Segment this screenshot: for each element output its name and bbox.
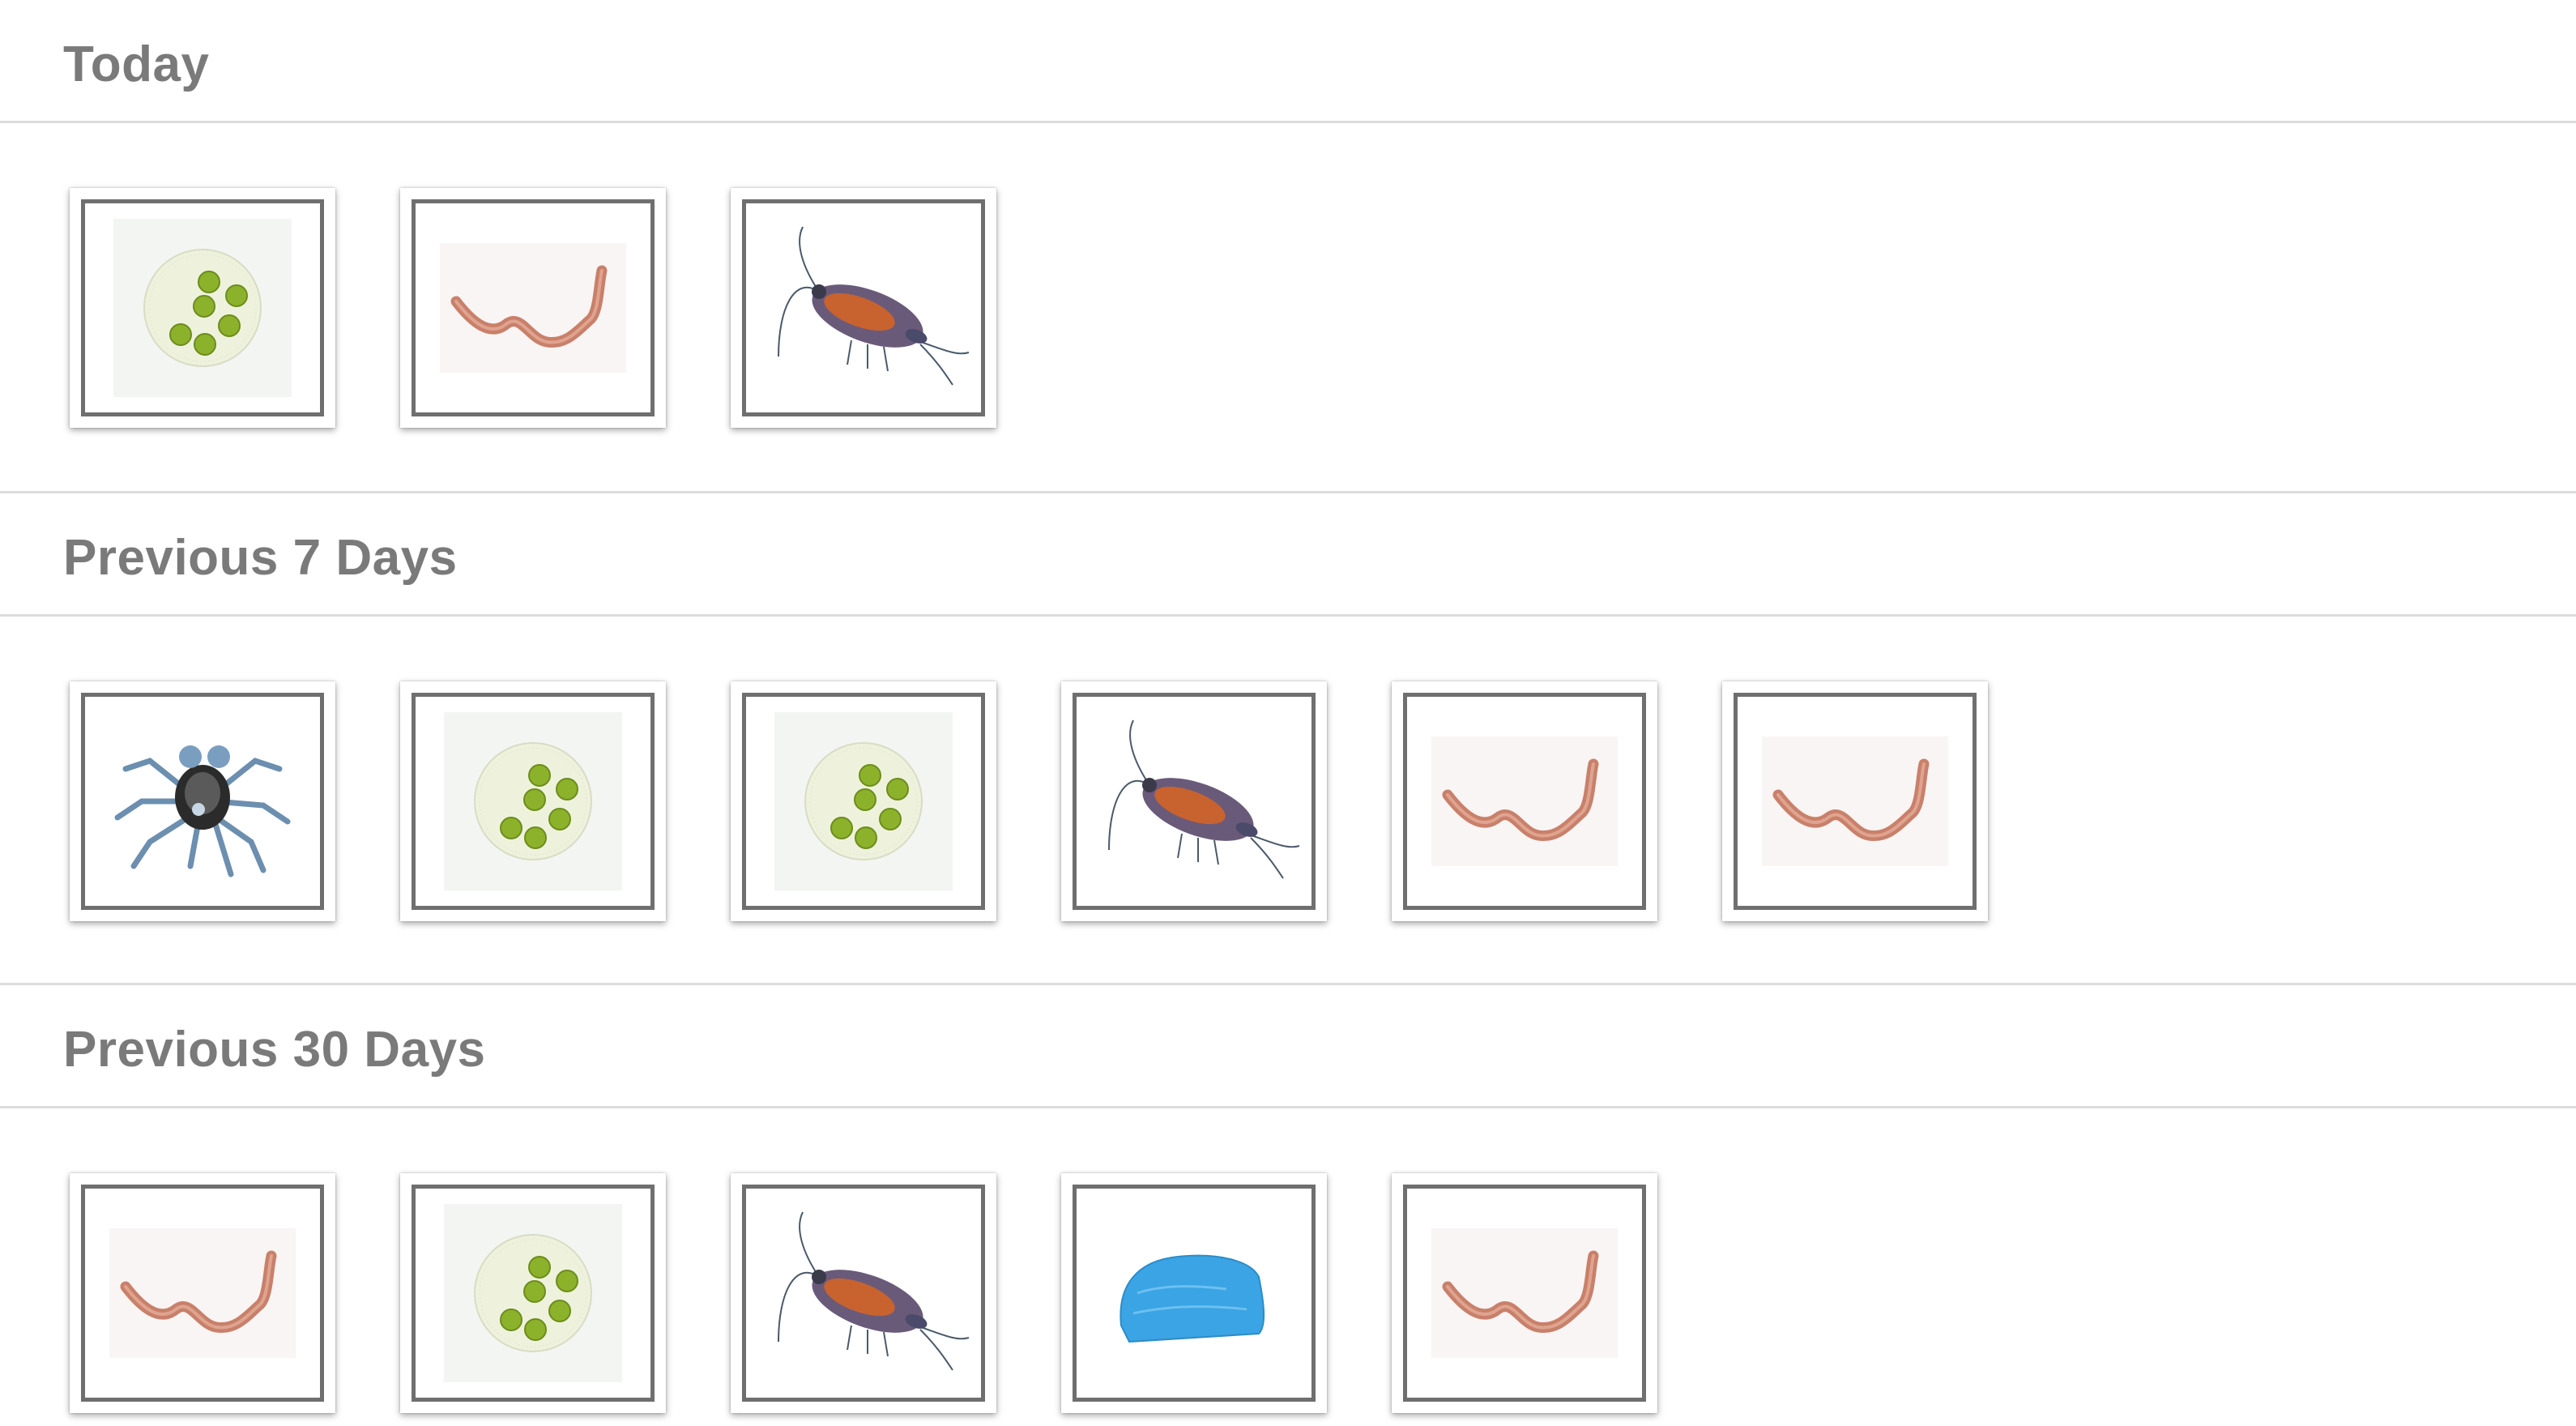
spider-crab-icon <box>81 693 324 910</box>
thumbnail[interactable] <box>1061 1173 1327 1413</box>
thumbnail[interactable] <box>400 681 666 921</box>
green-algae-icon <box>81 199 324 416</box>
thumbnail[interactable] <box>400 1173 666 1413</box>
thumbnail[interactable] <box>70 681 335 921</box>
section-header-today: Today <box>0 0 2576 123</box>
thumbnail[interactable] <box>731 681 996 921</box>
worm-icon <box>412 199 655 416</box>
thumbnail[interactable] <box>731 188 996 428</box>
green-algae-icon <box>412 1185 655 1402</box>
section-title: Today <box>63 36 210 92</box>
thumbnail-grid <box>70 681 1988 921</box>
green-algae-icon <box>412 693 655 910</box>
thumbnail[interactable] <box>70 188 335 428</box>
section-header-previous-7-days: Previous 7 Days <box>0 493 2576 617</box>
thumbnail-grid <box>70 1173 1657 1413</box>
thumbnail[interactable] <box>731 1173 996 1413</box>
thumbnail-grid <box>70 188 996 428</box>
section-today <box>0 123 2576 493</box>
section-title: Previous 30 Days <box>63 1022 486 1078</box>
worm-icon <box>81 1185 324 1402</box>
section-previous-7-days <box>0 617 2576 985</box>
green-algae-icon <box>742 693 985 910</box>
section-title: Previous 7 Days <box>63 530 458 586</box>
thumbnail[interactable] <box>1392 1173 1657 1413</box>
thumbnail[interactable] <box>1392 681 1657 921</box>
worm-icon <box>1734 693 1977 910</box>
section-previous-30-days <box>0 1108 2576 1426</box>
thumbnail[interactable] <box>70 1173 335 1413</box>
worm-icon <box>1403 693 1646 910</box>
blue-sponge-icon <box>1073 1185 1316 1402</box>
copepod-icon <box>1073 693 1316 910</box>
copepod-icon <box>742 1185 985 1402</box>
worm-icon <box>1403 1185 1646 1402</box>
thumbnail[interactable] <box>1722 681 1988 921</box>
section-header-previous-30-days: Previous 30 Days <box>0 985 2576 1108</box>
thumbnail[interactable] <box>1061 681 1327 921</box>
thumbnail[interactable] <box>400 188 666 428</box>
copepod-icon <box>742 199 985 416</box>
history-page: Today Previous 7 Days Previous 30 Days <box>0 0 2576 1426</box>
